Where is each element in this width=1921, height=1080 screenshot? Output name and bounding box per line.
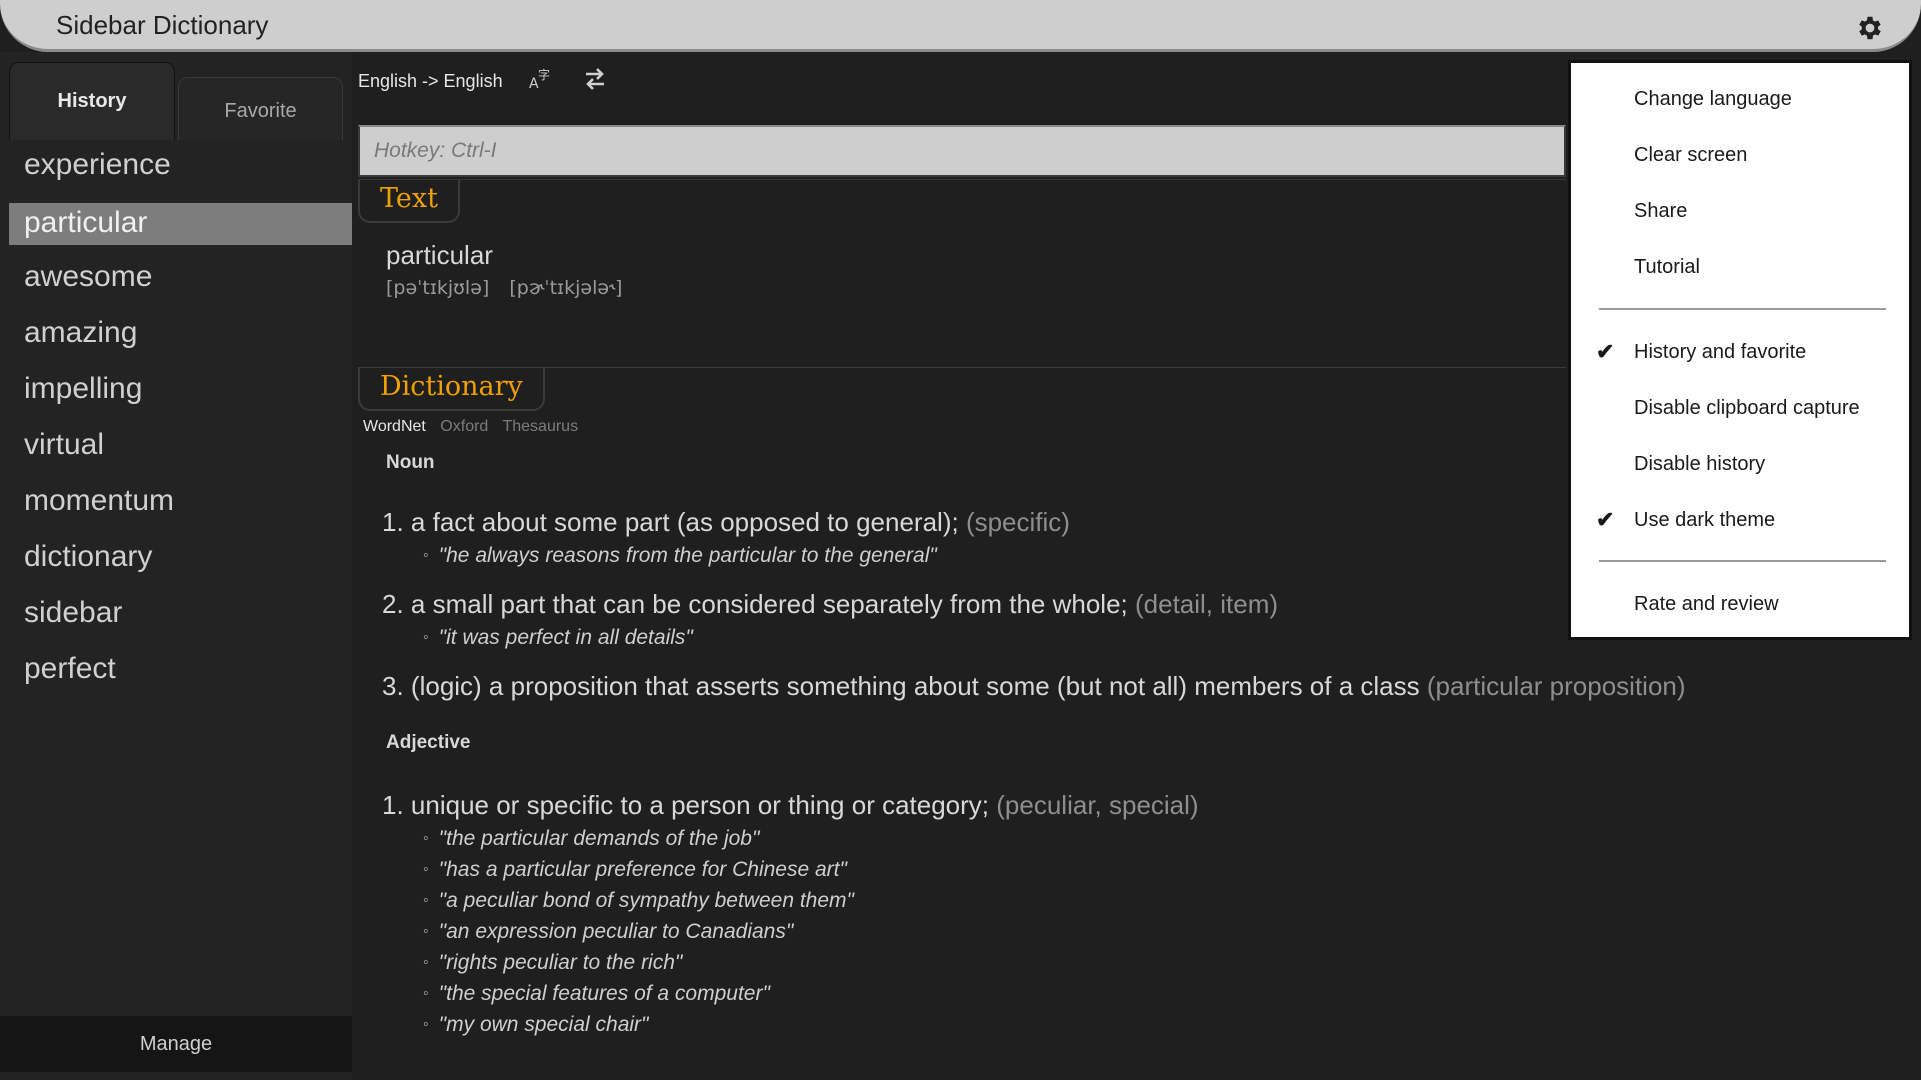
app-title: Sidebar Dictionary xyxy=(56,10,269,40)
manage-button[interactable]: Manage xyxy=(0,1016,352,1072)
checkmark-icon: ✔ xyxy=(1596,339,1615,364)
history-item[interactable]: amazing xyxy=(9,308,352,364)
menu-item-use-dark-theme[interactable]: ✔ Use dark theme xyxy=(1571,495,1909,545)
source-tab-wordnet[interactable]: WordNet xyxy=(363,418,426,435)
translate-icon[interactable]: A字 xyxy=(525,67,557,96)
text-section-tab: Text xyxy=(358,179,460,223)
phonetics: [pəˈtɪkjʊlə] [pɚˈtɪkjələ˞] xyxy=(386,277,636,299)
menu-item-clear-screen[interactable]: Clear screen xyxy=(1571,130,1909,180)
history-item[interactable]: dictionary xyxy=(9,532,352,588)
history-item[interactable]: virtual xyxy=(9,420,352,476)
source-tab-oxford[interactable]: Oxford xyxy=(440,418,488,435)
checkmark-icon: ✔ xyxy=(1596,507,1615,532)
menu-item-share[interactable]: Share xyxy=(1571,186,1909,236)
tab-favorite[interactable]: Favorite xyxy=(178,77,343,140)
definition: 1. a fact about some part (as opposed to… xyxy=(382,507,1070,537)
history-item[interactable]: impelling xyxy=(9,364,352,420)
svg-text:字: 字 xyxy=(538,67,550,82)
menu-item-change-language[interactable]: Change language xyxy=(1571,74,1909,124)
phonetic-us: [pɚˈtɪkjələ˞] xyxy=(509,277,623,299)
search-box xyxy=(358,125,1566,177)
search-input[interactable] xyxy=(360,127,1564,175)
sidebar: Favorite History experience particular awe… xyxy=(0,52,352,1080)
example: "my own special chair" xyxy=(423,1013,649,1037)
menu-item-tutorial[interactable]: Tutorial xyxy=(1571,242,1909,292)
dictionary-section-tab: Dictionary xyxy=(358,367,545,411)
definition: 3. (logic) a proposition that asserts so… xyxy=(382,671,1686,701)
looked-up-word: particular xyxy=(386,240,493,270)
example: "the particular demands of the job" xyxy=(423,827,760,851)
text-section-divider xyxy=(358,179,1566,180)
menu-item-disable-clipboard-capture[interactable]: Disable clipboard capture xyxy=(1571,383,1909,433)
gear-icon[interactable] xyxy=(1855,13,1885,43)
menu-item-disable-history[interactable]: Disable history xyxy=(1571,439,1909,489)
history-item[interactable]: particular xyxy=(9,203,352,245)
definition: 2. a small part that can be considered s… xyxy=(382,589,1279,619)
language-row: English -> English A字 xyxy=(358,66,611,96)
example: "rights peculiar to the rich" xyxy=(423,951,683,975)
menu-separator xyxy=(1599,308,1886,310)
swap-icon[interactable] xyxy=(579,66,611,97)
menu-item-rate-and-review[interactable]: Rate and review xyxy=(1571,579,1909,629)
history-item[interactable]: momentum xyxy=(9,476,352,532)
example: "he always reasons from the particular t… xyxy=(423,544,937,568)
example: "an expression peculiar to Canadians" xyxy=(423,920,794,944)
menu-separator xyxy=(1599,560,1886,562)
title-bar: Sidebar Dictionary xyxy=(0,0,1921,52)
example: "the special features of a computer" xyxy=(423,982,770,1006)
example: "a peculiar bond of sympathy between the… xyxy=(423,889,854,913)
history-item[interactable]: experience xyxy=(9,140,352,196)
settings-menu: Change language Clear screen Share Tutor… xyxy=(1568,60,1912,640)
pos-noun: Noun xyxy=(386,452,435,473)
history-list: experience particular awesome amazing impell… xyxy=(9,140,352,700)
menu-item-history-and-favorite[interactable]: ✔ History and favorite xyxy=(1571,327,1909,377)
history-item[interactable]: perfect xyxy=(9,644,352,700)
source-tab-thesaurus[interactable]: Thesaurus xyxy=(502,418,578,435)
history-item[interactable]: awesome xyxy=(9,252,352,308)
history-item[interactable]: sidebar xyxy=(9,588,352,644)
language-selector[interactable]: English -> English xyxy=(358,71,503,92)
definition: 1. unique or specific to a person or thi… xyxy=(382,790,1199,820)
tab-history[interactable]: History xyxy=(9,62,175,140)
source-tabs: WordNet Oxford Thesaurus xyxy=(363,418,588,436)
example: "it was perfect in all details" xyxy=(423,626,693,650)
pos-adjective: Adjective xyxy=(386,732,471,753)
phonetic-uk: [pəˈtɪkjʊlə] xyxy=(386,277,490,299)
example: "has a particular preference for Chinese… xyxy=(423,858,847,882)
